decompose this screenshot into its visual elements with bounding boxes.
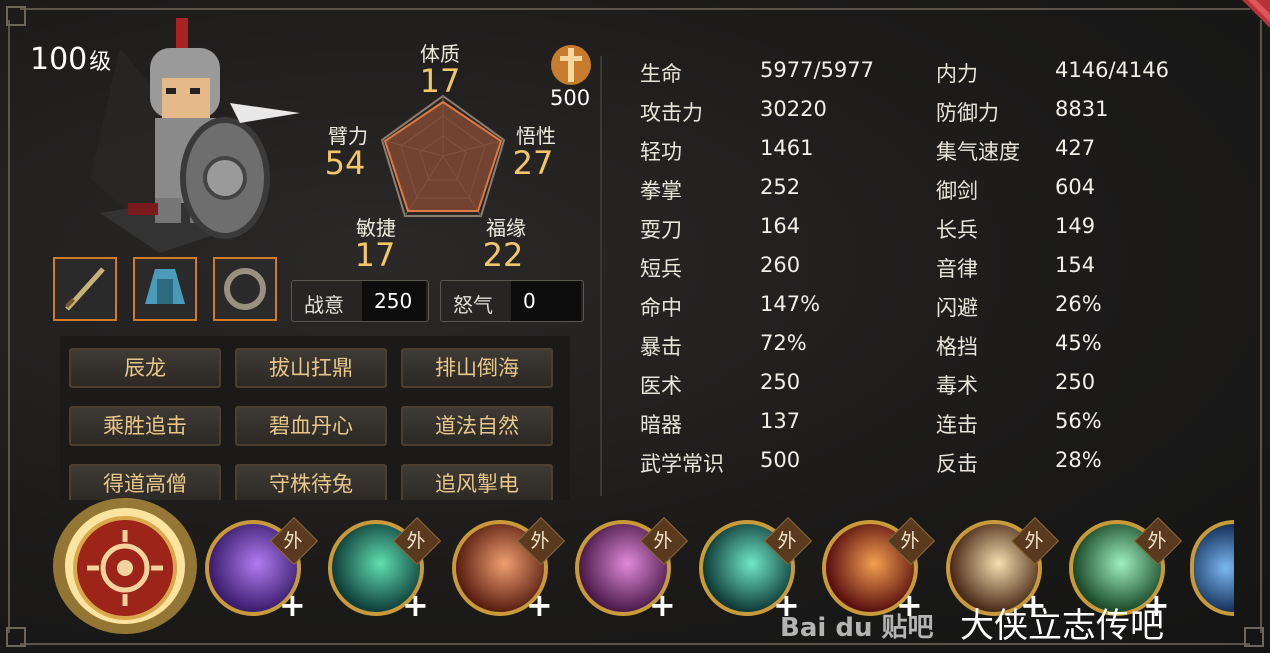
stat-label: 连击 <box>936 413 978 437</box>
stat-value: 45% <box>1055 331 1102 355</box>
stat-value: 164 <box>760 214 801 238</box>
rank-emblem-icon <box>551 45 591 85</box>
game-panel: 100级 500 体质 17 臂力 54 悟性 27 敏捷 17 福缘 22 战… <box>0 0 1270 653</box>
stat-label: 防御力 <box>936 101 999 125</box>
close-icon[interactable] <box>1230 0 1270 40</box>
stat-value: 4146/4146 <box>1055 58 1169 82</box>
stat-value: 56% <box>1055 409 1102 433</box>
meter-nuqi-label: 怒气 <box>453 293 493 317</box>
meter-zhanyi-value: 250 <box>362 281 426 321</box>
trait-item[interactable]: 追风掣电 <box>401 464 553 500</box>
meter-nuqi: 怒气 0 <box>440 280 584 322</box>
stat-value: 260 <box>760 253 801 277</box>
stat-value: 427 <box>1055 136 1096 160</box>
stat-label: 武学常识 <box>640 452 724 476</box>
stat-value: 1461 <box>760 136 814 160</box>
trait-item[interactable]: 拔山扛鼎 <box>235 348 387 388</box>
stat-value: 252 <box>760 175 801 199</box>
equip-slot-armor[interactable] <box>133 257 197 321</box>
skill-tag-text: 外 <box>283 530 303 552</box>
stat-value: 147% <box>760 292 821 316</box>
skill-tag-text: 外 <box>530 530 550 552</box>
skill-tag-text: 外 <box>900 530 920 552</box>
trait-item[interactable]: 辰龙 <box>69 348 221 388</box>
stat-label: 拳掌 <box>640 179 682 203</box>
meter-zhanyi: 战意 250 <box>291 280 429 322</box>
stat-value: 500 <box>760 448 801 472</box>
stat-label: 短兵 <box>640 257 682 281</box>
stat-value: 5977/5977 <box>760 58 874 82</box>
stat-value: 250 <box>1055 370 1096 394</box>
watermark-baidu: Bai du 贴吧 <box>780 613 934 643</box>
stat-label: 集气速度 <box>936 140 1020 164</box>
rank-emblem-value: 500 <box>550 86 591 110</box>
character-portrait <box>90 18 300 253</box>
attribute-radar-chart <box>380 94 506 217</box>
stat-label: 音律 <box>936 257 978 281</box>
stat-label: 轻功 <box>640 140 682 164</box>
skill-tag-text: 外 <box>1024 530 1044 552</box>
stat-value: 250 <box>760 370 801 394</box>
stat-label: 毒术 <box>936 374 978 398</box>
stat-label: 内力 <box>936 62 978 86</box>
panel-divider <box>600 56 602 496</box>
stat-label: 攻击力 <box>640 101 703 125</box>
radar-value-shape <box>383 100 503 212</box>
stat-label: 暗器 <box>640 413 682 437</box>
trait-item[interactable]: 守株待兔 <box>235 464 387 500</box>
skill-add-icon[interactable]: + <box>526 586 553 624</box>
stat-value: 30220 <box>760 97 827 121</box>
frame-corner <box>6 6 26 26</box>
stat-value: 8831 <box>1055 97 1109 121</box>
trait-item[interactable]: 道法自然 <box>401 406 553 446</box>
stat-label: 命中 <box>640 296 682 320</box>
skill-tag-text: 外 <box>653 530 673 552</box>
sword-icon <box>65 267 105 311</box>
frame-border-top <box>20 8 1250 10</box>
skill-tag-text: 外 <box>777 530 797 552</box>
skill-tag-text: 外 <box>406 530 426 552</box>
skill-add-icon[interactable]: + <box>402 586 429 624</box>
stat-label: 医术 <box>640 374 682 398</box>
skill-add-icon[interactable]: + <box>649 586 676 624</box>
stat-label: 御剑 <box>936 179 978 203</box>
stat-value: 72% <box>760 331 807 355</box>
trait-item[interactable]: 排山倒海 <box>401 348 553 388</box>
equip-slot-weapon[interactable] <box>53 257 117 321</box>
attr-fuyuan-value: 22 <box>482 236 524 274</box>
trait-list[interactable]: 辰龙 拔山扛鼎 排山倒海 乘胜追击 碧血丹心 道法自然 得道高僧 守株待兔 追风… <box>60 336 570 500</box>
attr-minjie-value: 17 <box>354 236 396 274</box>
watermark-forum: 大侠立志传吧 <box>960 606 1164 646</box>
stat-label: 长兵 <box>936 218 978 242</box>
ring-icon <box>224 268 266 310</box>
stat-label: 反击 <box>936 452 978 476</box>
stat-value: 137 <box>760 409 801 433</box>
trait-item[interactable]: 碧血丹心 <box>235 406 387 446</box>
equip-slot-accessory[interactable] <box>213 257 277 321</box>
meter-zhanyi-label: 战意 <box>304 293 344 317</box>
stat-value: 149 <box>1055 214 1096 238</box>
stat-label: 耍刀 <box>640 218 682 242</box>
active-skill-fire-icon[interactable] <box>45 488 205 638</box>
stat-label: 生命 <box>640 62 682 86</box>
attr-bili-value: 54 <box>324 144 366 182</box>
skill-add-icon[interactable]: + <box>279 586 306 624</box>
trait-item[interactable]: 乘胜追击 <box>69 406 221 446</box>
armor-icon <box>145 269 185 304</box>
level-number: 100 <box>30 42 88 77</box>
stat-value: 26% <box>1055 292 1102 316</box>
stat-value: 154 <box>1055 253 1096 277</box>
stat-label: 暴击 <box>640 335 682 359</box>
stat-value: 604 <box>1055 175 1096 199</box>
stat-value: 28% <box>1055 448 1102 472</box>
stat-label: 格挡 <box>936 335 978 359</box>
skill-tag-text: 外 <box>1147 530 1167 552</box>
stat-label: 闪避 <box>936 296 978 320</box>
meter-nuqi-value: 0 <box>511 281 581 321</box>
